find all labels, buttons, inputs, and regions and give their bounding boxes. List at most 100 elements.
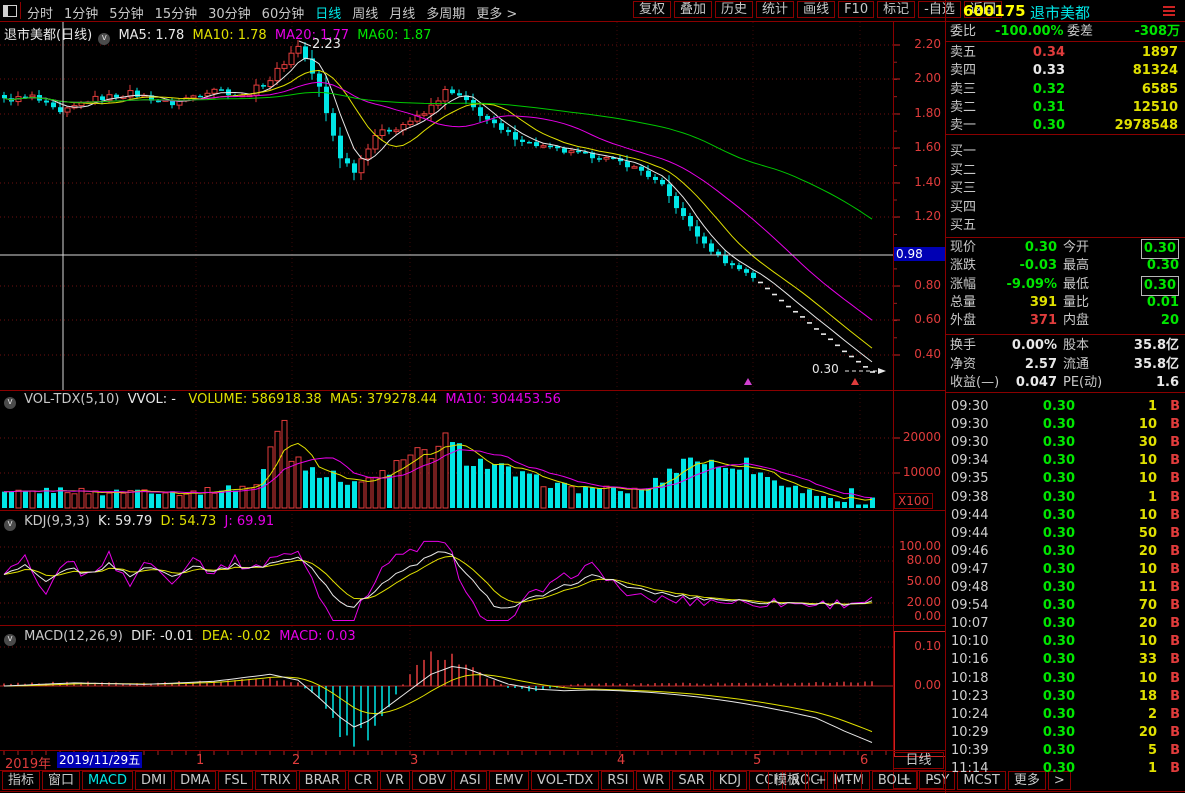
quote-value-1: -9.09% <box>987 276 1057 294</box>
kdj-k-label: K: 59.79 <box>98 514 152 529</box>
sell-level-label: 卖一 <box>950 117 976 135</box>
quote-label-2: 今开 <box>1063 239 1089 257</box>
collapse-icon[interactable]: v <box>4 519 16 531</box>
tick-price: 0.30 <box>1025 525 1075 543</box>
tab-EMV[interactable]: EMV <box>489 771 529 790</box>
buy-level-row: 买二 <box>945 162 1185 180</box>
quote-label-2: 最高 <box>1063 257 1089 275</box>
collapse-icon[interactable]: v <box>4 634 16 646</box>
macd-pane-highlight <box>894 631 946 757</box>
tick-price: 0.30 <box>1025 597 1075 615</box>
tab-MACD[interactable]: MACD <box>82 771 133 790</box>
month-label: 3 <box>410 753 418 768</box>
tick-price: 0.30 <box>1025 615 1075 633</box>
tab-BOLL[interactable]: BOLL <box>872 771 917 790</box>
collapse-icon[interactable]: v <box>4 397 16 409</box>
tab-FSL[interactable]: FSL <box>218 771 253 790</box>
tick-row: 10:180.3010B <box>945 670 1185 688</box>
tick-price: 0.30 <box>1025 670 1075 688</box>
quote-value-2: 0.30 <box>1141 239 1179 259</box>
weicha-label: 委差 <box>1067 23 1093 41</box>
tab-DMA[interactable]: DMA <box>174 771 216 790</box>
axis-tick: 1.60 <box>893 140 941 154</box>
tick-row: 10:230.3018B <box>945 688 1185 706</box>
fund-row: 净资2.57流通35.8亿 <box>945 356 1185 374</box>
tick-row: 09:470.3010B <box>945 561 1185 579</box>
panel-divider <box>945 134 1185 135</box>
tick-volume: 20 <box>1095 724 1157 742</box>
kdj-pane-title: KDJ(9,3,3) <box>24 514 90 529</box>
chart-zoom-in-button[interactable]: + <box>808 771 834 790</box>
tick-row: 09:460.3020B <box>945 543 1185 561</box>
collapse-icon[interactable]: v <box>98 33 110 45</box>
tick-volume: 30 <box>1095 434 1157 452</box>
tick-row: 09:300.3030B <box>945 434 1185 452</box>
tick-time: 09:44 <box>951 525 988 543</box>
weibi-label: 委比 <box>950 23 976 41</box>
tab-窗口[interactable]: 窗口 <box>42 771 80 790</box>
tick-row: 09:440.3050B <box>945 525 1185 543</box>
period-box[interactable]: 日线 <box>893 752 944 769</box>
volume-label: VOLUME: 586918.38 <box>188 392 321 407</box>
tab-DMI[interactable]: DMI <box>135 771 172 790</box>
month-label: 1 <box>196 753 204 768</box>
tick-row: 09:440.3010B <box>945 507 1185 525</box>
tick-time: 09:44 <box>951 507 988 525</box>
tick-time: 10:16 <box>951 651 988 669</box>
stock-code: 600175 <box>963 2 1026 20</box>
fund-value-2: 35.8亿 <box>1134 337 1179 355</box>
tick-time: 09:47 <box>951 561 988 579</box>
tab-CR[interactable]: CR <box>348 771 378 790</box>
volume-pane-title: VOL-TDX(5,10) <box>24 392 119 407</box>
axis-tick: 80.00 <box>893 553 941 567</box>
tick-volume: 10 <box>1095 670 1157 688</box>
tick-side: B <box>1170 615 1180 633</box>
sell-level-price: 0.30 <box>1015 117 1065 135</box>
tab-指标[interactable]: 指标 <box>2 771 40 790</box>
ma20-label: MA20: 1.77 <box>275 28 349 43</box>
quote-label-1: 涨幅 <box>950 276 976 294</box>
tab-KDJ[interactable]: KDJ <box>713 771 747 790</box>
fund-label-1: 净资 <box>950 356 976 374</box>
sell-level-price: 0.34 <box>1015 44 1065 62</box>
tick-price: 0.30 <box>1025 651 1075 669</box>
macd-dif-label: DIF: -0.01 <box>131 629 193 644</box>
weibi-row: 委比 -100.00% 委差 -308万 <box>945 23 1185 41</box>
tick-row: 09:300.3010B <box>945 416 1185 434</box>
tab-ASI[interactable]: ASI <box>454 771 487 790</box>
menu-icon[interactable] <box>1163 4 1175 18</box>
tick-row: 09:540.3070B <box>945 597 1185 615</box>
tab-BRAR[interactable]: BRAR <box>299 771 346 790</box>
tick-time: 10:18 <box>951 670 988 688</box>
quote-value-1: 391 <box>987 294 1057 312</box>
fund-label-1: 换手 <box>950 337 976 355</box>
tab-OBV[interactable]: OBV <box>412 771 452 790</box>
sell-level-row: 卖三0.326585 <box>945 81 1185 99</box>
tab-SAR[interactable]: SAR <box>672 771 710 790</box>
chart-canvas[interactable] <box>0 0 945 771</box>
chart-zoom-out-button[interactable]: - <box>836 771 862 790</box>
tab-VOL-TDX[interactable]: VOL-TDX <box>531 771 599 790</box>
quote-value-1: 0.30 <box>987 239 1057 257</box>
tab-TRIX[interactable]: TRIX <box>255 771 297 790</box>
template-button[interactable]: 模板 <box>768 771 806 790</box>
axis-tick: 0.80 <box>893 278 941 292</box>
tab-WR[interactable]: WR <box>636 771 670 790</box>
sell-level-label: 卖五 <box>950 44 976 62</box>
fund-value-2: 1.6 <box>1156 374 1179 392</box>
quote-value-1: 371 <box>987 312 1057 330</box>
tick-time: 09:30 <box>951 398 988 416</box>
weicha-value: -308万 <box>1105 23 1180 41</box>
tick-time: 09:34 <box>951 452 988 470</box>
indicator-tab-bar: 指标窗口MACDDMIDMAFSLTRIXBRARCRVROBVASIEMVVO… <box>2 771 1073 790</box>
template-group: 模板+- <box>768 771 864 790</box>
quote-label-1: 外盘 <box>950 312 976 330</box>
sell-level-label: 卖三 <box>950 81 976 99</box>
tab-VR[interactable]: VR <box>380 771 410 790</box>
buy-level-label: 买二 <box>950 162 976 180</box>
tab-RSI[interactable]: RSI <box>601 771 634 790</box>
tick-price: 0.30 <box>1025 579 1075 597</box>
fund-value-1: 0.047 <box>987 374 1057 392</box>
buy-level-row: 买一 <box>945 143 1185 161</box>
tick-price: 0.30 <box>1025 706 1075 724</box>
